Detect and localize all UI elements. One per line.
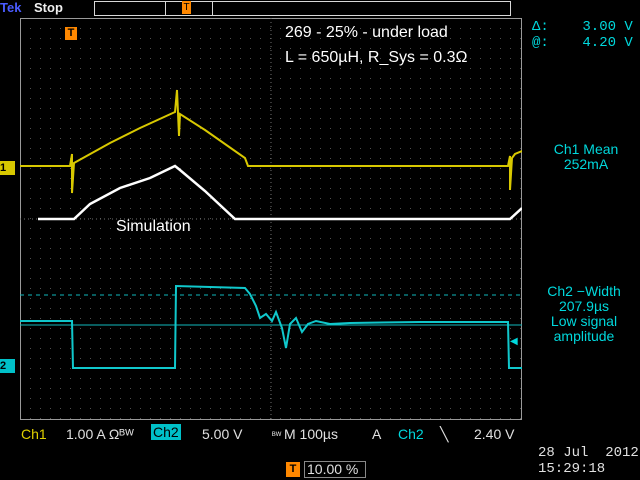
cursor-position-readout: @: 4.20 V bbox=[532, 35, 633, 51]
bandwidth-limit-tag: ᴮᵂ bbox=[272, 430, 282, 440]
ch1-label[interactable]: Ch1 bbox=[21, 426, 47, 442]
ch2-scale[interactable]: 5.00 V bbox=[202, 426, 242, 442]
run-status: Stop bbox=[34, 0, 63, 15]
trigger-position-icon: T bbox=[182, 1, 191, 14]
ch1-mean-value: 252mA bbox=[563, 156, 609, 172]
date-readout: 28 Jul 2012 bbox=[538, 445, 639, 461]
ch2-width-measurement: Ch2 −Width 207.9µs Low signal amplitude bbox=[528, 284, 640, 344]
trigger-position-t-icon: T bbox=[286, 462, 300, 477]
ch1-ground-marker[interactable]: 1 bbox=[0, 161, 15, 175]
reference-arrow-icon: ◀ bbox=[510, 336, 518, 347]
trigger-level[interactable]: 2.40 V bbox=[474, 426, 514, 442]
ch2-width-value: 207.9µs bbox=[558, 298, 610, 314]
trigger-position-readout[interactable]: 10.00 % bbox=[304, 461, 366, 478]
cursor-delta-readout: Δ: 3.00 V bbox=[532, 19, 633, 35]
record-length-bar bbox=[94, 1, 511, 16]
annotation-simulation: Simulation bbox=[116, 218, 191, 235]
timebase-scale[interactable]: M 100µs bbox=[284, 426, 338, 442]
annotation-params: L = 650µH, R_Sys = 0.3Ω bbox=[285, 49, 468, 66]
ch2-width-label: Ch2 −Width bbox=[547, 283, 621, 299]
time-readout: 15:29:18 bbox=[538, 461, 606, 477]
ch2-note-line1: Low signal bbox=[550, 313, 618, 329]
ch1-scale[interactable]: 1.00 A Ωᴮᵂ bbox=[66, 426, 151, 442]
ch2-label[interactable]: Ch2 bbox=[151, 424, 181, 440]
trigger-type[interactable]: A bbox=[372, 426, 381, 442]
waveform-display bbox=[20, 18, 522, 420]
brand-logo: Tek bbox=[0, 0, 22, 15]
ch2-note-line2: amplitude bbox=[553, 328, 615, 344]
trigger-slope-icon[interactable]: ╲ bbox=[440, 426, 448, 443]
ch1-mean-measurement: Ch1 Mean 252mA bbox=[532, 142, 640, 172]
ch2-ground-marker[interactable]: 2 bbox=[0, 359, 15, 373]
trigger-t-icon: T bbox=[65, 27, 77, 40]
ch1-mean-label: Ch1 Mean bbox=[553, 141, 619, 157]
trigger-channel[interactable]: Ch2 bbox=[398, 426, 424, 442]
annotation-title: 269 - 25% - under load bbox=[285, 24, 448, 41]
